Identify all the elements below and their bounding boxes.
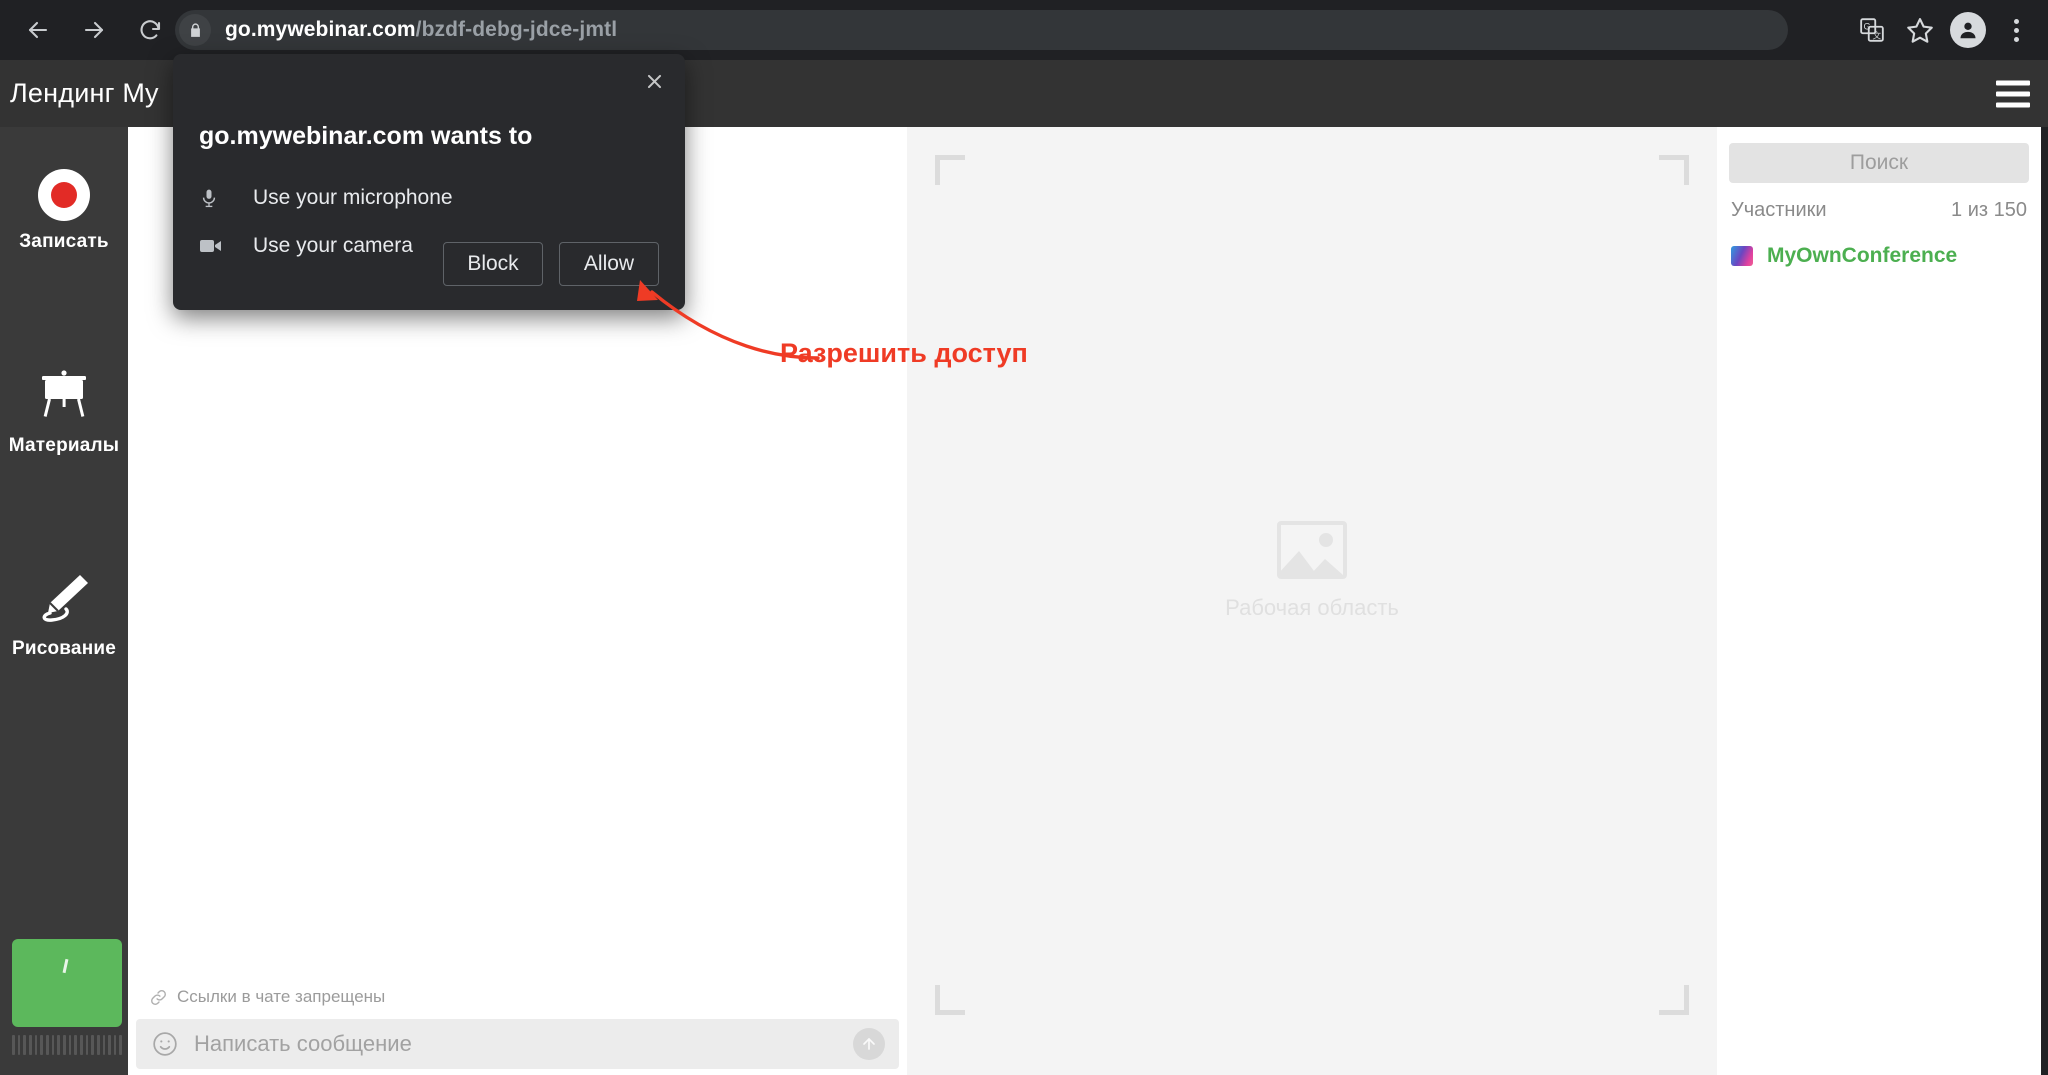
reload-button[interactable]	[126, 6, 174, 54]
url-path: /bzdf-debg-jdce-jmtl	[415, 18, 618, 41]
sidebar-item-materials[interactable]: Материалы	[0, 357, 128, 469]
sidebar-item-label: Записать	[19, 231, 109, 252]
permission-label: Use your camera	[253, 234, 413, 257]
screen-root: go.mywebinar.com/bzdf-debg-jdce-jmtl G 文	[0, 0, 2048, 1075]
reload-icon	[140, 20, 161, 40]
chat-notice-text: Ссылки в чате запрещены	[177, 987, 386, 1006]
workspace-placeholder: Рабочая область	[907, 127, 1717, 1015]
sidebar-item-label: Материалы	[8, 434, 120, 456]
page-title: Лендинг My	[10, 78, 159, 108]
sidebar-item-label: Рисование	[11, 637, 117, 659]
chat-notice: Ссылки в чате запрещены	[128, 977, 907, 1017]
search-input[interactable]: Поиск	[1729, 143, 2029, 183]
participant-name: MyOwnConference	[1767, 244, 1958, 267]
send-arrow-up-icon[interactable]	[853, 1028, 885, 1060]
svg-text:G: G	[1864, 22, 1871, 32]
address-bar[interactable]: go.mywebinar.com/bzdf-debg-jdce-jmtl	[175, 10, 1788, 50]
permission-row-microphone: Use your microphone	[199, 186, 453, 210]
annotation-text: Разрешить доступ	[780, 338, 1028, 368]
workspace-placeholder-label: Рабочая область	[1225, 595, 1399, 620]
hamburger-menu-icon[interactable]	[1996, 80, 2030, 107]
url-text: go.mywebinar.com/bzdf-debg-jdce-jmtl	[225, 18, 617, 42]
permission-dialog-actions: Block Allow	[443, 242, 659, 286]
lock-icon	[179, 14, 211, 46]
forward-button[interactable]	[70, 6, 118, 54]
arrow-left-icon	[28, 21, 48, 39]
image-placeholder-icon	[1277, 521, 1347, 579]
browser-toolbar-icons: G 文	[1846, 8, 2038, 52]
three-dots-menu-icon[interactable]	[1994, 8, 2038, 52]
record-icon	[38, 169, 90, 221]
close-icon[interactable]	[637, 64, 671, 98]
block-button[interactable]: Block	[443, 242, 543, 286]
participants-panel: Поиск Участники 1 из 150 MyOwnConference	[1717, 127, 2041, 1075]
pencil-icon	[36, 571, 92, 628]
browser-toolbar: go.mywebinar.com/bzdf-debg-jdce-jmtl G 文	[0, 0, 2048, 60]
microphone-icon	[199, 186, 239, 210]
chat-input-row[interactable]: Написать сообщение	[136, 1019, 899, 1069]
chat-message-input[interactable]: Написать сообщение	[194, 1031, 412, 1057]
permission-dialog-title: go.mywebinar.com wants to	[199, 122, 533, 150]
star-icon[interactable]	[1898, 8, 1942, 52]
participants-label: Участники	[1731, 199, 1827, 221]
camera-icon	[199, 237, 239, 255]
self-video-preview[interactable]	[12, 939, 122, 1027]
svg-text:文: 文	[1873, 29, 1882, 40]
participants-count: 1 из 150	[1951, 199, 2027, 221]
left-toolbar: Записать Материалы Рисование	[0, 127, 128, 1075]
presentation-board-icon	[37, 369, 91, 425]
microphone-level-meter	[12, 1035, 123, 1055]
url-host: go.mywebinar.com	[225, 18, 416, 41]
arrow-right-icon	[84, 21, 104, 39]
workspace-area[interactable]: Рабочая область	[907, 127, 1717, 1075]
list-item[interactable]: MyOwnConference	[1717, 222, 2041, 268]
myownconference-logo-icon	[1731, 246, 1753, 266]
smiley-icon[interactable]	[152, 1031, 178, 1057]
participants-header: Участники 1 из 150	[1717, 183, 2041, 222]
translate-icon[interactable]: G 文	[1850, 8, 1894, 52]
back-button[interactable]	[14, 6, 62, 54]
profile-avatar-icon[interactable]	[1946, 8, 1990, 52]
sidebar-item-record[interactable]: Записать	[0, 155, 128, 267]
permission-dialog: go.mywebinar.com wants to Use your micro…	[173, 54, 685, 310]
permission-label: Use your microphone	[253, 186, 453, 209]
permission-row-camera: Use your camera	[199, 234, 413, 258]
sidebar-item-drawing[interactable]: Рисование	[0, 559, 128, 671]
link-icon	[150, 989, 167, 1006]
allow-button[interactable]: Allow	[559, 242, 659, 286]
